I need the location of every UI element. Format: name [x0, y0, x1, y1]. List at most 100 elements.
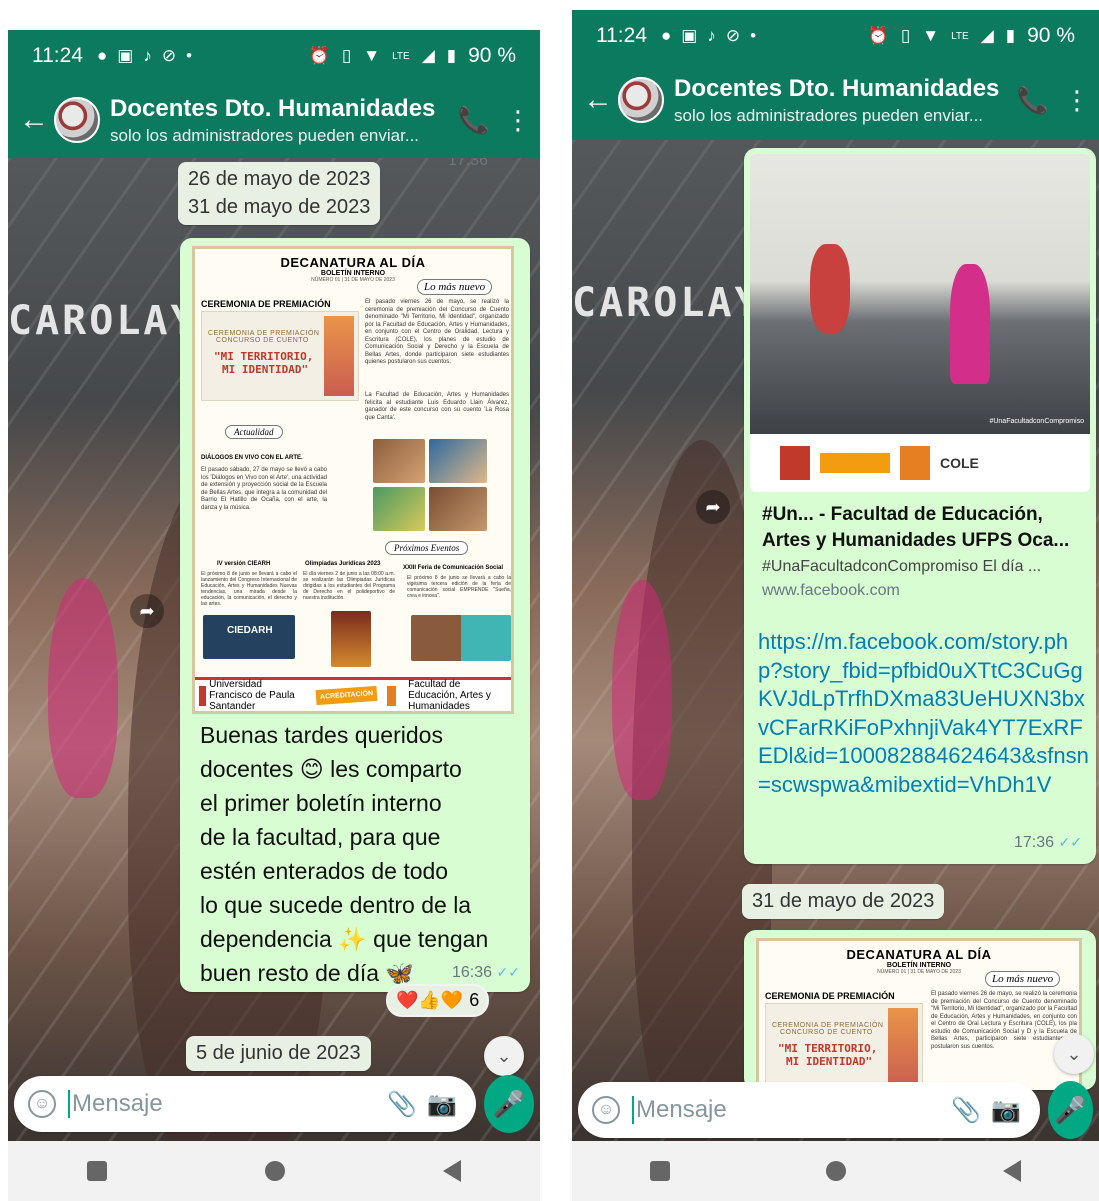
group-subtitle: solo los administradores pueden enviar..…	[110, 125, 420, 145]
status-bar: 11:24 ● ▣ ♪ ⊘ • ⏰ ▯ ▼ LTE ◢ ▮ 90 %	[8, 30, 540, 82]
ceremony-graphic: CEREMONIA DE PREMIACIÓN CONCURSO DE CUEN…	[201, 311, 359, 401]
message-input[interactable]	[68, 1090, 382, 1118]
wallpaper-dancer	[48, 578, 118, 798]
accreditation-badge: ACREDITACIÓN	[315, 685, 378, 706]
ciedarh-banner: CIEDARH	[203, 615, 295, 659]
message-time: 17:36 ✓✓	[1014, 834, 1082, 852]
chat-icon: ●	[97, 46, 108, 65]
footer-faculty: Facultad de Educación, Artes y Humanidad…	[408, 679, 491, 712]
add-call-icon[interactable]: 📞	[1011, 85, 1055, 116]
event-text: El día viernes 2 de junio a las 08:00 a.…	[303, 571, 395, 601]
newsletter-image[interactable]: DECANATURA AL DÍA BOLETÍN INTERNO NÚMERO…	[192, 246, 514, 714]
photo-figure	[810, 244, 850, 334]
group-title: Docentes Dto. Humanidades	[110, 94, 436, 122]
newsletter-image[interactable]: DECANATURA AL DÍA BOLETÍN INTERNO NÚMERO…	[756, 938, 1082, 1090]
ceremony-text: El pasado viernes 26 de mayo, se realizó…	[931, 991, 1077, 1050]
back-icon[interactable]	[443, 1160, 461, 1182]
group-info[interactable]: Docentes Dto. Humanidades solo los admin…	[674, 75, 1011, 126]
link-preview-image[interactable]: #UnaFacultadconCompromiso COLE	[750, 154, 1090, 492]
feria-banner	[411, 615, 511, 661]
facebook-icon: ▣	[117, 46, 134, 65]
message-line: lo que sucede dentro de la	[200, 892, 472, 918]
link-message-bubble[interactable]: #UnaFacultadconCompromiso COLE #Un... - …	[744, 148, 1096, 864]
event-text: El próximo 8 de junio se llevará a cabo …	[201, 571, 297, 607]
tiktok-icon: ♪	[707, 26, 716, 45]
date-chip: 31 de mayo de 2023	[742, 884, 945, 919]
home-icon[interactable]	[826, 1161, 847, 1181]
section-title: DIÁLOGOS EN VIVO CON EL ARTE.	[201, 455, 303, 461]
status-bar: 11:24 ● ▣ ♪ ⊘ • ⏰ ▯ ▼ LTE ◢ ▮ 90 %	[572, 10, 1099, 62]
ceremony-text: La Facultad de Educación, Artes y Humani…	[365, 392, 509, 421]
section-title: CEREMONIA DE PREMIACIÓN	[765, 991, 895, 1001]
logos-strip: COLE	[750, 434, 1090, 492]
forward-icon[interactable]: ➦	[130, 594, 164, 628]
date-chip: 31 de mayo de 2023	[178, 190, 381, 225]
photo	[373, 487, 425, 531]
mic-icon[interactable]: 🎤	[484, 1075, 534, 1133]
message-input[interactable]	[632, 1096, 946, 1124]
mic-icon[interactable]: 🎤	[1048, 1081, 1093, 1139]
event-text: El próximo 8 de junio se llevará a cabo …	[407, 575, 511, 599]
group-info[interactable]: Docentes Dto. Humanidades solo los admin…	[110, 95, 452, 146]
attach-icon[interactable]: 📎	[946, 1096, 986, 1125]
message-line: docentes 😊 les comparto	[200, 756, 462, 782]
message-line: Buenas tardes queridos	[200, 722, 443, 748]
alarm-icon: ⏰	[308, 46, 330, 65]
input-box: ☺ 📎 📷	[578, 1082, 1040, 1138]
signal-icon: ◢	[980, 26, 994, 45]
attach-icon[interactable]: 📎	[382, 1090, 422, 1119]
group-avatar[interactable]	[54, 97, 100, 143]
scroll-down-icon[interactable]: ⌄	[484, 1036, 524, 1076]
message-bubble[interactable]: DECANATURA AL DÍA BOLETÍN INTERNO NÚMERO…	[744, 930, 1096, 1090]
volte-icon: LTE	[392, 50, 410, 62]
status-time: 11:24	[32, 44, 83, 67]
photo-figure	[950, 264, 990, 384]
group-title: Docentes Dto. Humanidades	[674, 74, 1000, 102]
dot-icon: •	[186, 46, 193, 65]
emoji-icon[interactable]: ☺	[28, 1090, 56, 1118]
more-options-icon[interactable]: ⋮	[1055, 85, 1099, 116]
home-icon[interactable]	[265, 1161, 285, 1181]
scroll-down-icon[interactable]: ⌄	[1054, 1034, 1094, 1074]
link-preview-description: #UnaFacultadconCompromiso El día ...	[762, 558, 1042, 575]
photo	[429, 439, 487, 483]
add-call-icon[interactable]: 📞	[452, 105, 496, 136]
section-title: CEREMONIA DE PREMIACIÓN	[201, 299, 331, 309]
more-options-icon[interactable]: ⋮	[496, 105, 540, 136]
group-avatar[interactable]	[618, 77, 664, 123]
message-link[interactable]: https://m.facebook.com/story.php?story_f…	[758, 628, 1092, 800]
chat-icon: ●	[661, 26, 672, 45]
chat-area[interactable]: CAROLAY GU ➦ #UnaFacultadconCompromiso C…	[572, 140, 1099, 1160]
forward-icon[interactable]: ➦	[696, 490, 730, 524]
reactions-bar[interactable]: ❤️👍🧡 6	[386, 984, 490, 1017]
link-preview-title: #Un... - Facultad de Educación, Artes y …	[762, 504, 1070, 551]
battery-level: 90 %	[468, 44, 516, 67]
back-icon[interactable]	[1002, 1160, 1021, 1182]
camera-icon[interactable]: 📷	[986, 1096, 1026, 1125]
recent-apps-icon[interactable]	[87, 1161, 107, 1181]
chat-area[interactable]: CAROLAY GU 17:36 26 de mayo de 2023 31 d…	[8, 152, 540, 1178]
message-bubble[interactable]: DECANATURA AL DÍA BOLETÍN INTERNO NÚMERO…	[180, 238, 530, 992]
recent-apps-icon[interactable]	[650, 1161, 671, 1181]
message-composer: ☺ 📎 📷 🎤	[578, 1081, 1093, 1139]
vibrate-icon: ▯	[900, 26, 911, 45]
image-caption: #UnaFacultadconCompromiso	[989, 418, 1084, 425]
back-arrow-icon[interactable]: ←	[16, 103, 52, 137]
message-time-text: 16:36	[452, 964, 493, 981]
newsletter-footer: Universidad Francisco de Paula Santander…	[195, 677, 511, 711]
camera-icon[interactable]: 📷	[422, 1090, 462, 1119]
section-pill: Actualidad	[225, 425, 283, 439]
event-title: IV versión CIEARH	[217, 561, 271, 567]
tiktok-icon: ♪	[143, 46, 152, 65]
ceremony-graphic: CEREMONIA DE PREMIACIÓN CONCURSO DE CUEN…	[765, 1003, 923, 1090]
pinterest-icon: ⊘	[725, 26, 741, 45]
newsletter-subtitle: BOLETÍN INTERNO	[886, 962, 952, 969]
faculty-logo-icon	[386, 685, 397, 706]
link-preview-domain: www.facebook.com	[762, 582, 900, 599]
battery-icon: ▮	[1005, 26, 1016, 45]
back-arrow-icon[interactable]: ←	[580, 83, 616, 117]
faculty-logo-icon	[900, 446, 930, 480]
emoji-icon[interactable]: ☺	[592, 1096, 620, 1124]
dot-icon: •	[750, 26, 757, 45]
footer-university: Universidad Francisco de Paula Santander	[209, 679, 295, 712]
